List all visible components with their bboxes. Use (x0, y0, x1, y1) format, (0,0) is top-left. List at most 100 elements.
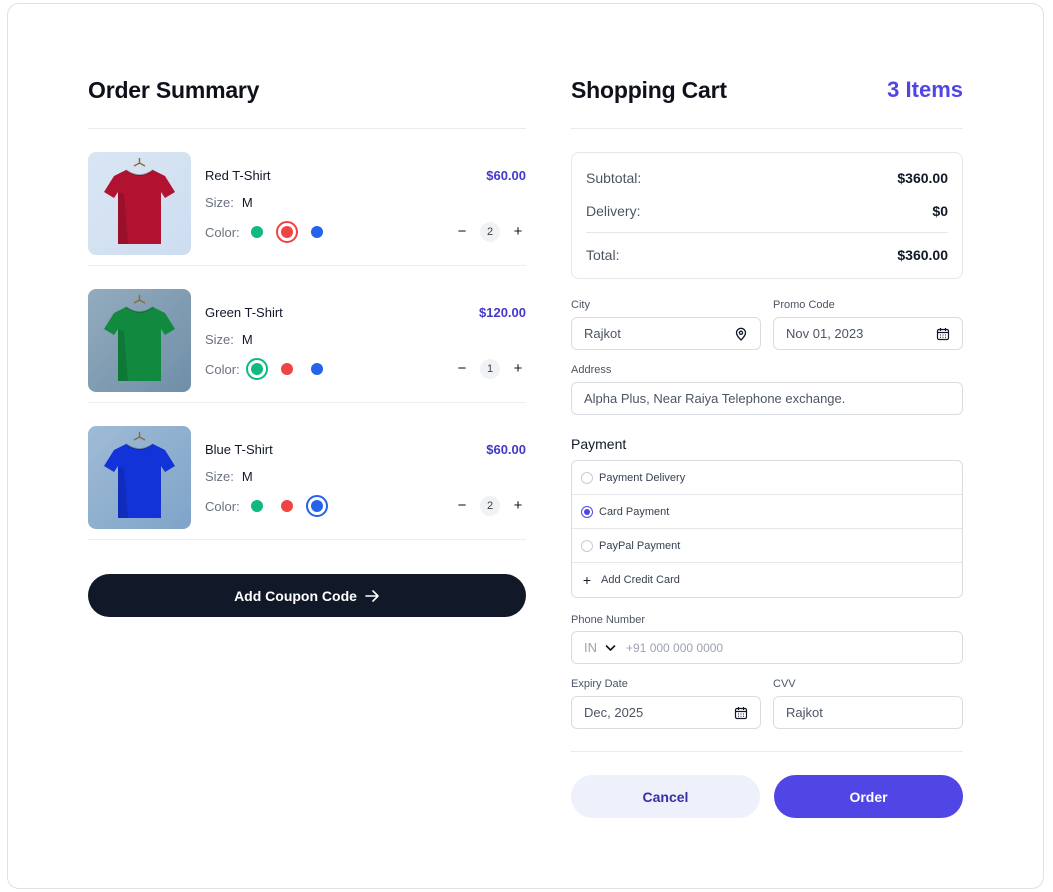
color-swatch-blue[interactable] (305, 495, 328, 517)
quantity-stepper: − 2 + (454, 222, 526, 242)
plus-icon[interactable]: + (510, 224, 526, 240)
product-price: $60.00 (486, 168, 526, 183)
cvv-value: Rajkot (786, 705, 823, 720)
add-coupon-label: Add Coupon Code (234, 587, 357, 604)
minus-icon[interactable]: − (454, 224, 470, 240)
radio-checked-icon[interactable] (581, 505, 593, 518)
product-name: Blue T-Shirt (205, 442, 273, 457)
location-pin-icon (734, 327, 748, 341)
plus-icon[interactable]: + (510, 498, 526, 514)
payment-option-label: Card Payment (599, 505, 670, 518)
cvv-label: CVV (773, 678, 796, 690)
plus-icon: + (582, 572, 592, 588)
subtotal-label: Subtotal: (586, 170, 642, 186)
payment-option-card[interactable]: Card Payment (572, 495, 962, 529)
expiry-date-field[interactable]: Dec, 2025 (571, 696, 761, 729)
color-swatch-green[interactable] (246, 221, 268, 243)
city-label: City (571, 299, 590, 311)
subtotal-value: $360.00 (897, 170, 948, 186)
color-row: Color: (205, 495, 336, 517)
color-row: Color: (205, 358, 336, 380)
delivery-value: $0 (932, 203, 948, 219)
size-label: Size: (205, 332, 234, 347)
quantity-value: 2 (480, 222, 500, 242)
expiry-date-value: Dec, 2025 (584, 705, 644, 720)
size-row: Size: M (205, 195, 253, 210)
city-value: Rajkot (584, 326, 621, 341)
color-swatches (246, 221, 336, 243)
color-swatch-blue[interactable] (306, 221, 328, 243)
phone-number-label: Phone Number (571, 614, 645, 626)
color-swatch-red[interactable] (276, 358, 298, 380)
color-swatch-red[interactable] (276, 495, 298, 517)
size-label: Size: (205, 195, 234, 210)
shopping-cart-title: Shopping Cart (571, 77, 727, 103)
payment-title: Payment (571, 436, 627, 452)
quantity-value: 2 (480, 496, 500, 516)
address-value: Alpha Plus, Near Raiya Telephone exchang… (584, 391, 846, 406)
add-coupon-button[interactable]: Add Coupon Code (88, 574, 526, 617)
divider (571, 751, 963, 752)
product-price: $60.00 (486, 442, 526, 457)
color-row: Color: (205, 221, 336, 243)
calendar-icon (936, 327, 950, 341)
phone-number-placeholder: +91 000 000 0000 (626, 640, 724, 655)
color-label: Color: (205, 361, 240, 377)
color-swatch-green[interactable] (246, 495, 268, 517)
product-image (88, 289, 191, 392)
radio-unchecked-icon[interactable] (581, 539, 593, 552)
subtotal-row: Subtotal: $360.00 (586, 170, 948, 186)
payment-option-label: Payment Delivery (599, 471, 686, 484)
order-summary-title: Order Summary (88, 77, 260, 103)
chevron-down-icon[interactable] (605, 644, 616, 652)
add-credit-card-label: Add Credit Card (601, 574, 680, 586)
total-row: Total: $360.00 (586, 247, 948, 263)
order-item: Green T-Shirt $120.00 Size: M Color: − 1 … (88, 266, 526, 403)
address-field[interactable]: Alpha Plus, Near Raiya Telephone exchang… (571, 382, 963, 415)
city-field[interactable]: Rajkot (571, 317, 761, 350)
minus-icon[interactable]: − (454, 361, 470, 377)
color-swatch-blue[interactable] (306, 358, 328, 380)
radio-unchecked-icon[interactable] (581, 471, 593, 484)
payment-options: Payment Delivery Card Payment PayPal Pay… (571, 460, 963, 598)
color-swatch-red[interactable] (275, 221, 298, 243)
price-summary-box: Subtotal: $360.00 Delivery: $0 Total: $3… (571, 152, 963, 279)
order-button[interactable]: Order (774, 775, 963, 818)
divider (586, 232, 948, 233)
color-swatch-green[interactable] (245, 358, 268, 380)
promo-code-label: Promo Code (773, 299, 835, 311)
quantity-value: 1 (480, 359, 500, 379)
country-code-select[interactable]: IN (584, 640, 597, 655)
add-credit-card-button[interactable]: + Add Credit Card (572, 563, 962, 597)
phone-number-field[interactable]: IN +91 000 000 0000 (571, 631, 963, 664)
size-label: Size: (205, 469, 234, 484)
product-image (88, 152, 191, 255)
minus-icon[interactable]: − (454, 498, 470, 514)
payment-option-paypal[interactable]: PayPal Payment (572, 529, 962, 563)
promo-code-value: Nov 01, 2023 (786, 326, 864, 341)
order-item: Red T-Shirt $60.00 Size: M Color: − 2 + (88, 129, 526, 266)
address-label: Address (571, 364, 612, 376)
delivery-row: Delivery: $0 (586, 203, 948, 219)
cart-items-count: 3 Items (887, 77, 963, 102)
order-item: Blue T-Shirt $60.00 Size: M Color: − 2 + (88, 403, 526, 540)
calendar-icon (734, 706, 748, 720)
delivery-label: Delivery: (586, 203, 641, 219)
color-swatches (245, 358, 336, 380)
payment-option-label: PayPal Payment (599, 539, 681, 552)
total-value: $360.00 (897, 247, 948, 263)
cvv-field[interactable]: Rajkot (773, 696, 963, 729)
size-value: M (241, 469, 253, 484)
product-name: Red T-Shirt (205, 168, 271, 183)
promo-code-field[interactable]: Nov 01, 2023 (773, 317, 963, 350)
product-price: $120.00 (479, 305, 526, 320)
divider (571, 128, 963, 129)
color-swatches (246, 495, 336, 517)
plus-icon[interactable]: + (510, 361, 526, 377)
total-label: Total: (586, 247, 620, 263)
quantity-stepper: − 2 + (454, 496, 526, 516)
color-label: Color: (205, 224, 240, 240)
payment-option-delivery[interactable]: Payment Delivery (572, 461, 962, 495)
size-row: Size: M (205, 469, 253, 484)
cancel-button[interactable]: Cancel (571, 775, 760, 818)
